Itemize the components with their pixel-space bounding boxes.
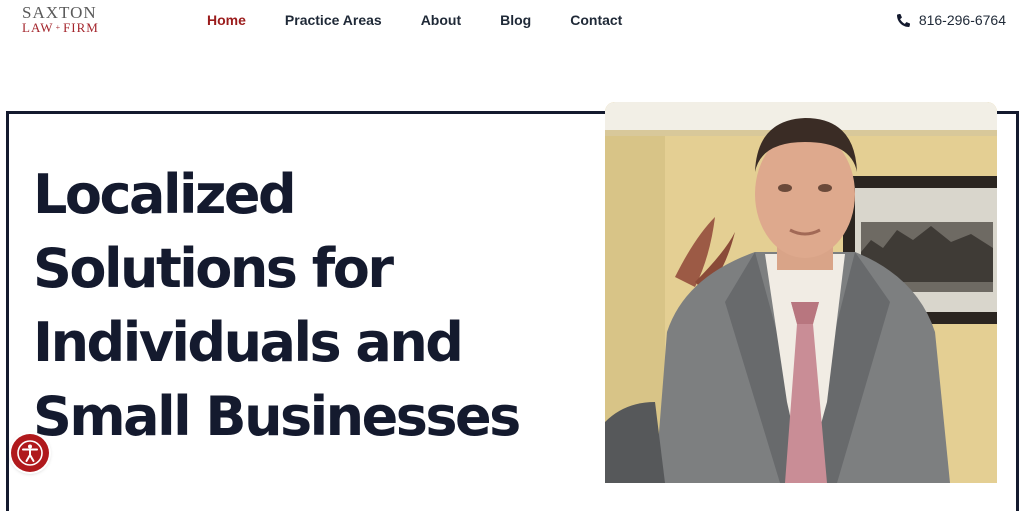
phone-number: 816-296-6764	[918, 12, 1006, 28]
hero-title: Localized Solutions for Individuals and …	[33, 158, 593, 454]
logo-name: SAXTON	[22, 3, 97, 22]
attorney-portrait-photo	[605, 102, 997, 483]
phone-icon	[896, 13, 910, 27]
hero-title-line: Small Businesses	[33, 385, 521, 448]
hero-title-line: Localized	[33, 163, 297, 226]
nav-home[interactable]: Home	[207, 12, 246, 29]
accessibility-icon	[17, 440, 43, 466]
logo-subtitle: LAW + FIRM	[22, 21, 102, 35]
logo-law: LAW	[22, 20, 54, 35]
nav-about[interactable]: About	[421, 12, 461, 29]
logo-separator: +	[55, 23, 62, 32]
nav-practice-areas[interactable]: Practice Areas	[285, 12, 382, 29]
attorney-portrait-illustration	[605, 102, 997, 483]
accessibility-button[interactable]	[11, 434, 49, 472]
hero-title-line: Solutions for	[33, 237, 394, 300]
hero-title-line: Individuals and	[33, 311, 464, 374]
phone-link[interactable]: 816-296-6764	[896, 12, 1006, 28]
site-logo[interactable]: SAXTON LAW + FIRM	[22, 3, 102, 35]
main-navigation: Home Practice Areas About Blog Contact	[207, 12, 661, 29]
nav-contact[interactable]: Contact	[570, 12, 622, 29]
logo-firm: FIRM	[63, 20, 99, 35]
nav-blog[interactable]: Blog	[500, 12, 531, 29]
